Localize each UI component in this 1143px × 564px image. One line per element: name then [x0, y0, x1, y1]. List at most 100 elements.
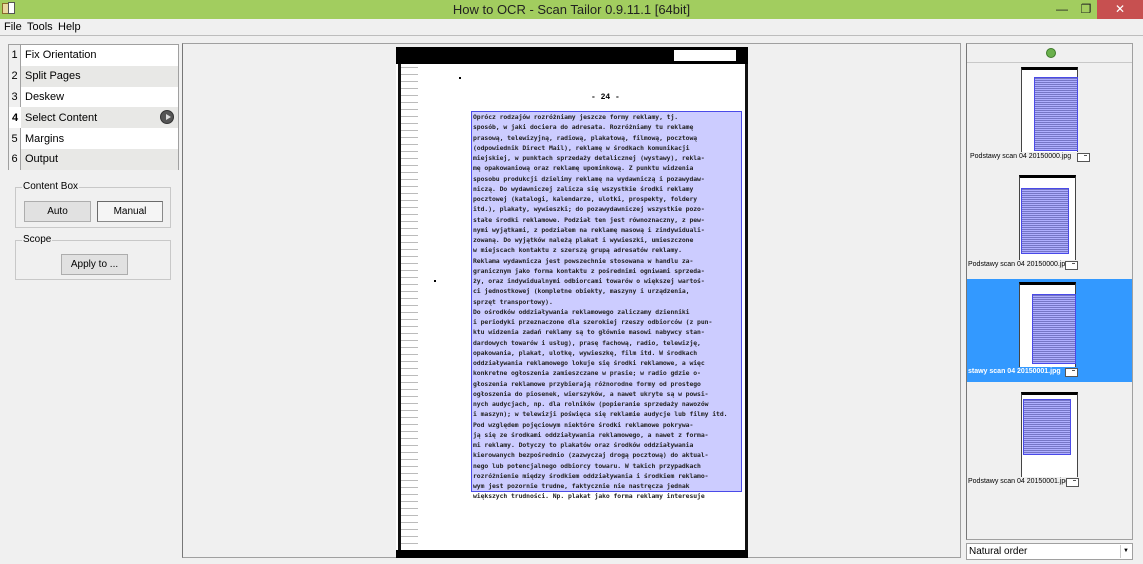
page-text-line: nego lub potencjalnego odbiorcy towaru. …: [473, 461, 701, 470]
page-text-line: Do ośrodków oddziaływania reklamowego za…: [473, 307, 690, 316]
thumbnail-label: Podstawy scan 04 20150000.jpg: [970, 153, 1072, 160]
chevron-down-icon[interactable]: ▼: [1120, 545, 1131, 558]
stages-list: 1 Fix Orientation 2 Split Pages 3 Deskew…: [8, 44, 179, 170]
thumbnail-image: [1021, 67, 1078, 152]
sort-order-select[interactable]: Natural order ▼: [966, 543, 1133, 560]
stage-label: Select Content: [25, 111, 98, 124]
stage-number: 6: [9, 148, 21, 170]
maximize-button[interactable]: ❐: [1072, 0, 1100, 19]
stage-label: Deskew: [25, 90, 65, 103]
window-title: How to OCR - Scan Tailor 0.9.11.1 [64bit…: [452, 2, 691, 17]
thumbnail-image: [1021, 392, 1078, 477]
manual-button[interactable]: Manual: [97, 201, 163, 222]
page-type-icon[interactable]: [1065, 368, 1078, 377]
scan-border-top: [396, 47, 748, 64]
stage-deskew[interactable]: 3 Deskew: [9, 86, 178, 108]
auto-button[interactable]: Auto: [24, 201, 91, 222]
page-text-line: (odpowiednik Direct Mail), reklamę w śro…: [473, 143, 690, 152]
page-text-line: sposób, w jaki dociera do adresata. Rozr…: [473, 123, 694, 132]
page-text-line: mi reklamy. Dotyczy to plakatów oraz śro…: [473, 441, 694, 449]
scope-group: Scope Apply to ...: [15, 234, 171, 280]
scan-border-right: [745, 64, 748, 554]
stage-fix-orientation[interactable]: 1 Fix Orientation: [9, 45, 178, 66]
stage-label: Margins: [25, 132, 65, 145]
title-bar: How to OCR - Scan Tailor 0.9.11.1 [64bit…: [0, 0, 1143, 19]
page-text-line: oddziaływania reklamowego lokuje się śro…: [473, 359, 705, 367]
page-text-line: zowaną. Do wyjątków należą plakat i wywi…: [473, 236, 694, 244]
image-viewer[interactable]: - 24 - Oprócz rodzajów rozróżniamy jeszc…: [182, 43, 961, 558]
page-text-line: wym jest pozornie trudne, faktycznie nie…: [473, 482, 690, 490]
thumbnail-item[interactable]: Podstawy scan 04 20150001.jpg: [967, 389, 1132, 492]
menu-help[interactable]: Help: [58, 21, 81, 33]
sort-order-value: Natural order: [969, 546, 1028, 557]
thumbnail-image: [1019, 175, 1076, 260]
thumbnail-panel[interactable]: Podstawy scan 04 20150000.jpg Podstawy s…: [966, 43, 1133, 540]
page-text-line: sposobu produkcji dzielimy reklamę na wy…: [473, 174, 705, 183]
page-text-line: ktu widzenia zadań reklamy są to głównie…: [473, 328, 705, 337]
stage-margins[interactable]: 5 Margins: [9, 128, 178, 149]
content-box-selection[interactable]: Oprócz rodzajów rozróżniamy jeszcze form…: [471, 111, 742, 500]
scan-border-bottom: [396, 550, 748, 558]
stage-label: Fix Orientation: [25, 49, 97, 62]
page-text-line: głoszenia reklamowe przybierają różnorod…: [473, 379, 701, 388]
speck: [434, 280, 436, 282]
speck: [459, 77, 461, 79]
stage-split-pages[interactable]: 2 Split Pages: [9, 65, 178, 87]
thumbnail-header: [967, 44, 1132, 63]
menu-bar: File Tools Help: [0, 19, 1143, 36]
thumbnail-item-selected[interactable]: stawy scan 04 20150001.jpg: [967, 279, 1132, 382]
thumbnail-image: [1019, 282, 1076, 367]
page-text-line: pocztowej (katalogi, kalendarze, ulotki,…: [473, 195, 698, 203]
page-text-line: konkretne ogłoszenia zamieszczane w pras…: [473, 369, 701, 378]
page-text-line: Oprócz rodzajów rozróżniamy jeszcze form…: [473, 113, 679, 121]
scope-title: Scope: [22, 234, 53, 245]
thumbnail-item[interactable]: Podstawy scan 04 20150000.jpg: [967, 172, 1132, 275]
apply-to-button[interactable]: Apply to ...: [61, 254, 128, 275]
page-text-line: rozróżnienie między środkiem oddziaływan…: [473, 471, 709, 480]
stage-number: 3: [9, 86, 21, 108]
page-text-line: nymi wyjątkami, z podziałem na reklamę m…: [473, 225, 705, 234]
page-text-line: Pod względem pojęciowym niektóre środki …: [473, 420, 694, 429]
page-text-line: większych trudności. Np. plakat jako for…: [473, 492, 705, 501]
scan-border-left: [398, 64, 418, 550]
stage-number: 4: [9, 107, 21, 129]
page-text-line: niczą. Do wydawniczej zalicza się wszyst…: [473, 184, 694, 193]
page-text-line: dardowych towarów i usług), prasę fachow…: [473, 338, 701, 347]
page-text-line: mę opakowaniową oraz reklamę upominkową.…: [473, 164, 694, 173]
page-text-line: sprzęt transportowy).: [473, 297, 553, 306]
page-text-line: miejskiej, w punktach sprzedaży detalicz…: [473, 154, 705, 162]
thumbnail-item[interactable]: Podstawy scan 04 20150000.jpg: [967, 64, 1132, 167]
page-text-line: w miejscach kontaktu z szerszą grupą adr…: [473, 246, 682, 255]
page-text-line: ją się ze środkami oddziaływania reklamo…: [473, 430, 709, 439]
page-text-line: itd.), plakaty, wywieszki; do pozawydawn…: [473, 205, 705, 214]
page-image: - 24 - Oprócz rodzajów rozróżniamy jeszc…: [396, 47, 748, 558]
content-box-group: Content Box Auto Manual: [15, 181, 171, 228]
page-text-line: granicznym jako forma kontaktu z pośredn…: [473, 266, 705, 275]
page-text-line: i periodyki przeznaczone dla szerokiej r…: [473, 318, 713, 326]
page-type-icon[interactable]: [1077, 153, 1090, 162]
close-button[interactable]: ✕: [1097, 0, 1143, 19]
play-icon[interactable]: [160, 110, 174, 125]
page-text-line: ogłoszenia do piosenek, wierszyków, a na…: [473, 389, 709, 398]
thumbnail-label: stawy scan 04 20150001.jpg: [968, 368, 1061, 375]
menu-file[interactable]: File: [4, 21, 22, 33]
thumbnail-label: Podstawy scan 04 20150000.jpg: [968, 261, 1070, 268]
stage-number: 1: [9, 45, 21, 66]
page-text-line: i maszyn); w telewizji poświęca się rekl…: [473, 410, 728, 419]
stage-select-content[interactable]: 4 Select Content: [9, 107, 178, 129]
page-type-icon[interactable]: [1066, 478, 1079, 487]
page-text-line: kierowanych bezpośrednio (zazwyczaj drog…: [473, 451, 709, 460]
page-number: - 24 -: [591, 93, 620, 102]
stage-output[interactable]: 6 Output: [9, 148, 178, 170]
page-text-line: stałe środki reklamowe. Podział ten jest…: [473, 215, 705, 224]
stage-number: 2: [9, 65, 21, 87]
content-box-title: Content Box: [22, 181, 80, 192]
page-type-icon[interactable]: [1065, 261, 1078, 270]
thumbnail-label: Podstawy scan 04 20150001.jpg: [968, 478, 1070, 485]
sync-icon[interactable]: [1046, 48, 1056, 58]
page-text-line: ci jednostkowej (kompletne obiekty, masz…: [473, 287, 690, 296]
stage-label: Split Pages: [25, 70, 81, 83]
page-text-line: prasową, telewizyjną, radiową, plakatową…: [473, 133, 698, 142]
page-text-line: opakowania, plakat, ulotkę, wywieszkę, f…: [473, 348, 698, 357]
menu-tools[interactable]: Tools: [27, 21, 53, 33]
